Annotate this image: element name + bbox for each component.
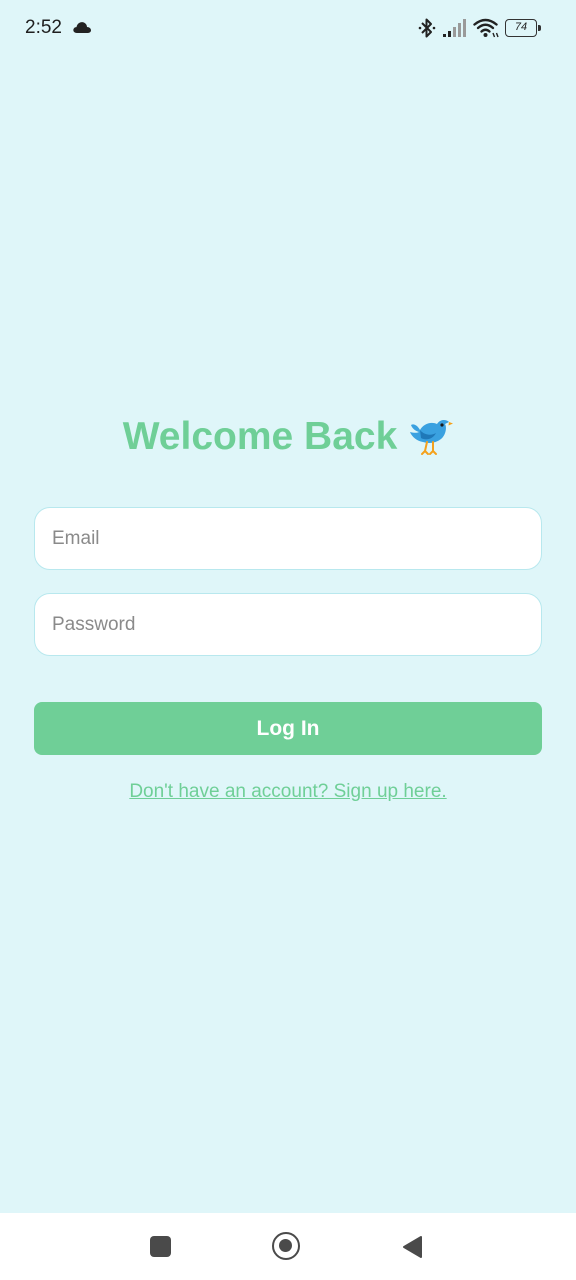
back-triangle-icon[interactable] [401, 1235, 423, 1259]
status-time: 2:52 [25, 17, 62, 38]
login-button[interactable]: Log In [34, 702, 542, 755]
recents-square-icon[interactable] [150, 1236, 171, 1257]
bluetooth-icon [418, 18, 436, 38]
bird-icon [410, 419, 454, 455]
battery-icon: 74 [505, 19, 541, 37]
wifi-icon [473, 18, 499, 38]
page-title: Welcome Back [0, 412, 576, 462]
title-text: Welcome Back [122, 415, 398, 458]
home-circle-icon[interactable] [272, 1232, 300, 1260]
cloud-icon [73, 22, 91, 33]
email-field[interactable] [34, 507, 542, 570]
password-field[interactable] [34, 593, 542, 656]
status-bar: 2:52 74 [0, 0, 576, 58]
signal-icon [443, 19, 466, 37]
battery-level: 74 [514, 21, 528, 33]
navigation-bar [0, 1213, 576, 1280]
signup-link[interactable]: Don't have an account? Sign up here. [0, 780, 576, 804]
